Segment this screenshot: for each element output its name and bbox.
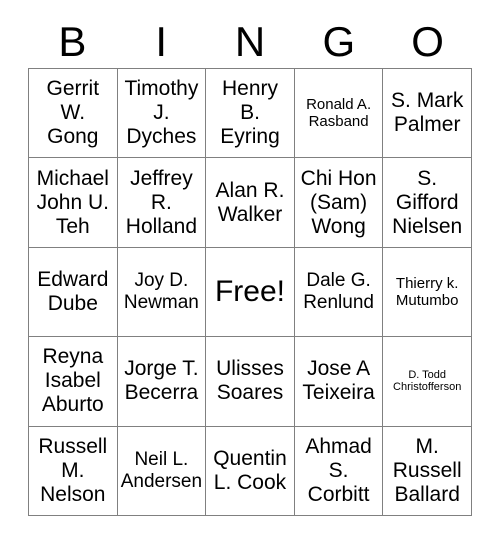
bingo-cell-label: Henry B. Eyring — [220, 77, 280, 149]
bingo-cell-label: M. Russell Ballard — [392, 434, 462, 506]
bingo-cell-label: D. Todd Christofferson — [393, 368, 462, 394]
bingo-cell-label: Edward Dube — [37, 268, 109, 315]
bingo-cell-label: Dale G. Renlund — [303, 270, 374, 313]
bingo-cell[interactable]: Jose A Teixeira — [294, 337, 384, 427]
bingo-cell-label: Jeffrey R. Holland — [125, 166, 197, 238]
bingo-cell-label: Ulisses Soares — [216, 357, 284, 405]
bingo-cell[interactable]: Jeffrey R. Holland — [117, 158, 207, 248]
bingo-cell[interactable]: Joy D. Newman — [117, 247, 207, 338]
bingo-header-letter-o: O — [411, 18, 444, 65]
bingo-cell[interactable]: Quentin L. Cook — [206, 426, 295, 516]
bingo-cell-label: Russell M. Nelson — [38, 434, 108, 506]
bingo-cell[interactable]: Ulisses Soares — [206, 337, 295, 427]
bingo-cell[interactable]: Gerrit W. Gong — [29, 69, 118, 159]
bingo-cell[interactable]: Timothy J. Dyches — [117, 69, 207, 159]
bingo-header-row: B I N G O — [28, 16, 472, 68]
bingo-cell[interactable]: M. Russell Ballard — [383, 426, 472, 516]
bingo-free-space-label: Free! — [214, 274, 285, 308]
bingo-cell-label: Ahmad S. Corbitt — [305, 434, 372, 506]
bingo-cell-label: Jose A Teixeira — [302, 357, 375, 405]
bingo-cell[interactable]: Dale G. Renlund — [294, 247, 384, 338]
bingo-cell-free-space[interactable]: Free! — [206, 247, 295, 338]
bingo-cell[interactable]: Russell M. Nelson — [29, 426, 118, 516]
bingo-cell-label: Michael John U. Teh — [36, 166, 109, 238]
bingo-card: B I N G O Gerrit W. Gong Timothy J. Dych… — [0, 0, 500, 544]
bingo-cell[interactable]: S. Gifford Nielsen — [383, 158, 472, 248]
bingo-cell[interactable]: Chi Hon (Sam) Wong — [294, 158, 384, 248]
bingo-cell[interactable]: Neil L. Andersen — [117, 426, 207, 516]
bingo-cell[interactable]: Henry B. Eyring — [206, 69, 295, 159]
bingo-cell-label: S. Gifford Nielsen — [392, 166, 463, 238]
bingo-cell[interactable]: S. Mark Palmer — [383, 69, 472, 159]
bingo-cell-label: Joy D. Newman — [123, 270, 199, 313]
bingo-cell-label: Timothy J. Dyches — [124, 77, 199, 149]
bingo-header-letter-g: G — [322, 18, 356, 65]
bingo-cell-label: Reyna Isabel Aburto — [41, 345, 104, 417]
bingo-cell-label: Thierry k. Mutumbo — [395, 274, 459, 309]
bingo-cell[interactable]: Reyna Isabel Aburto — [29, 337, 118, 427]
bingo-cell[interactable]: D. Todd Christofferson — [383, 337, 472, 427]
bingo-cell-label: Neil L. Andersen — [120, 449, 203, 492]
bingo-cell-label: Quentin L. Cook — [213, 446, 287, 494]
bingo-cell[interactable]: Thierry k. Mutumbo — [383, 247, 472, 338]
bingo-cell[interactable]: Ronald A. Rasband — [294, 69, 384, 159]
bingo-cell-label: Chi Hon (Sam) Wong — [300, 166, 377, 238]
bingo-grid: Gerrit W. Gong Timothy J. Dyches Henry B… — [28, 68, 472, 516]
bingo-cell[interactable]: Edward Dube — [29, 247, 118, 338]
bingo-cell-label: Jorge T. Becerra — [124, 357, 199, 405]
bingo-cell-label: S. Mark Palmer — [391, 89, 464, 137]
bingo-header-letter-i: I — [155, 18, 168, 65]
bingo-cell[interactable]: Jorge T. Becerra — [117, 337, 207, 427]
bingo-cell-label: Gerrit W. Gong — [46, 77, 100, 149]
bingo-header-letter-n: N — [234, 18, 266, 65]
bingo-cell-label: Ronald A. Rasband — [306, 96, 372, 131]
bingo-cell-label: Alan R. Walker — [215, 178, 285, 226]
bingo-cell[interactable]: Ahmad S. Corbitt — [294, 426, 384, 516]
bingo-cell[interactable]: Alan R. Walker — [206, 158, 295, 248]
bingo-header-letter-b: B — [58, 18, 87, 65]
bingo-cell[interactable]: Michael John U. Teh — [29, 158, 118, 248]
